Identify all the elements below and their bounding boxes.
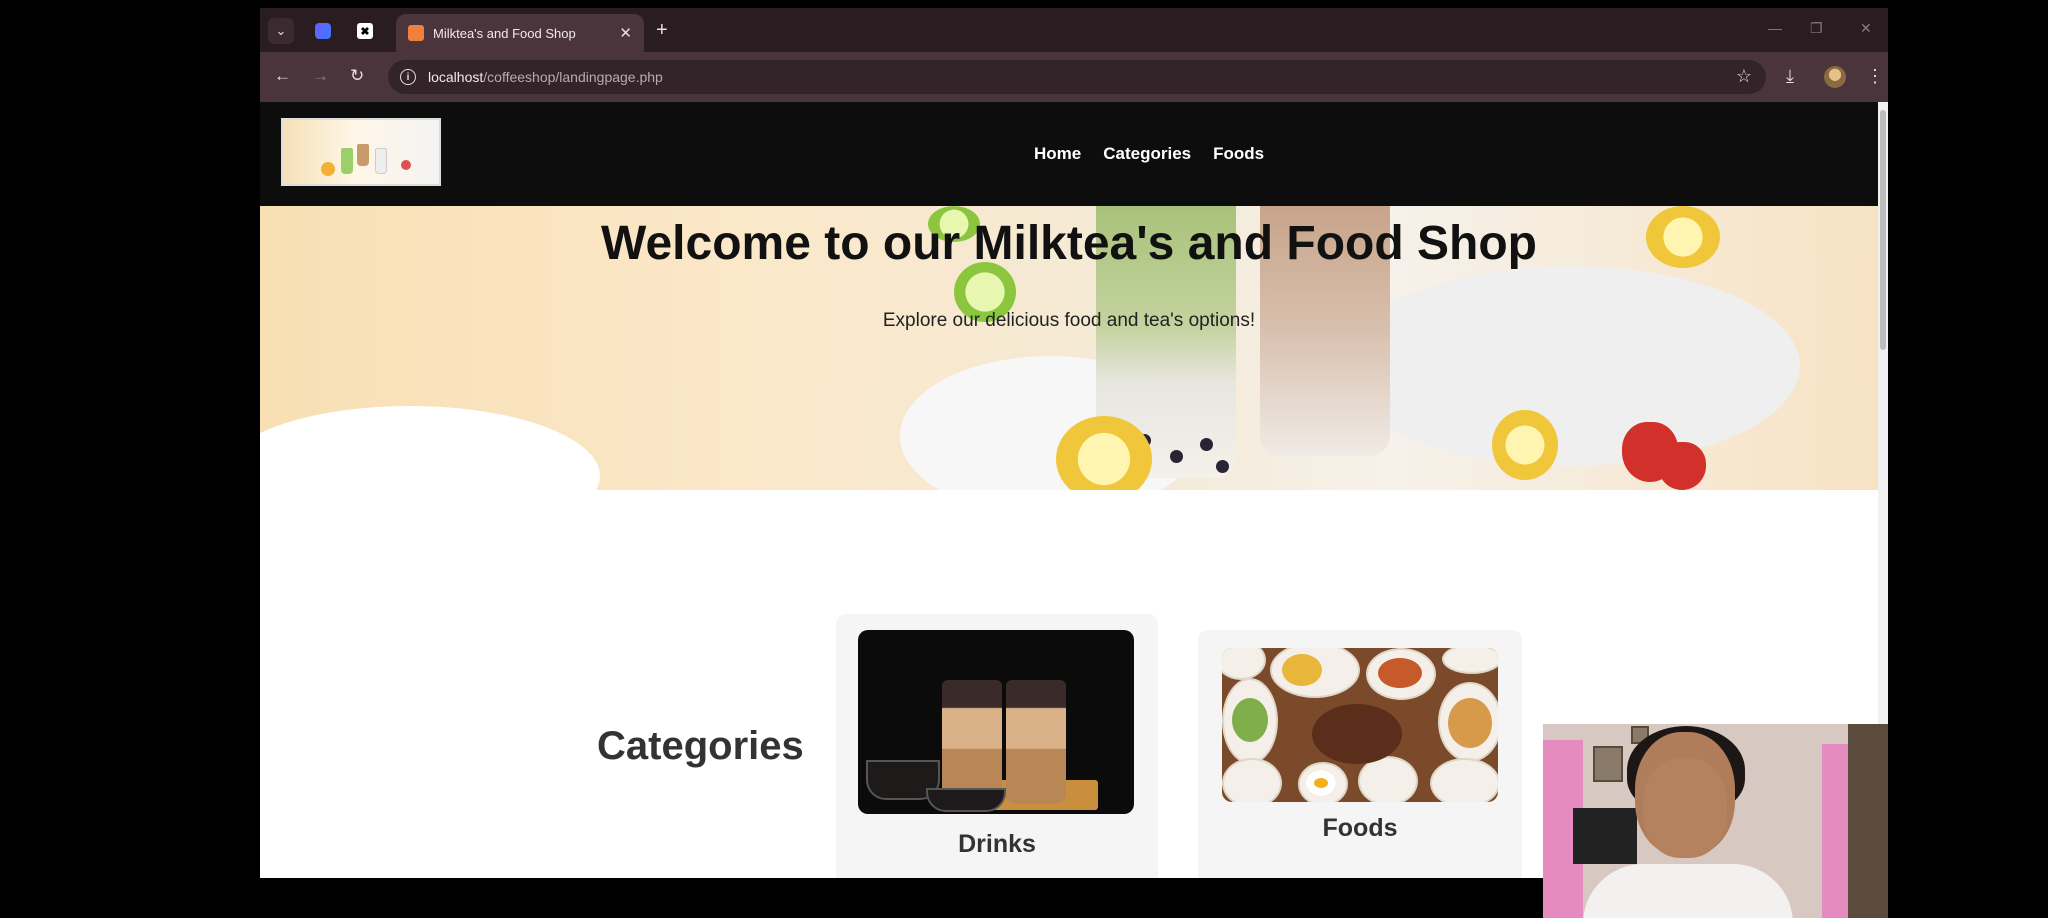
info-icon[interactable]: i (400, 69, 416, 85)
lemon-slice-graphic (1492, 410, 1558, 480)
site-header: Home Categories Foods (260, 102, 1878, 206)
picture-frame-graphic (1593, 746, 1623, 782)
person-face (1643, 758, 1727, 858)
capcut-icon: ✖ (357, 23, 373, 39)
steak-graphic (1312, 704, 1402, 764)
milk-splash-graphic (1340, 266, 1800, 466)
chevron-down-icon: ⌄ (275, 23, 287, 38)
egg-graphic (1306, 770, 1336, 796)
category-card-foods[interactable]: Foods (1198, 630, 1522, 878)
milktea-cup-graphic (942, 680, 1002, 804)
hero-subtitle: Explore our delicious food and tea's opt… (882, 310, 1256, 331)
arrow-left-icon[interactable]: ← (274, 66, 291, 86)
screen: ⌄ ✖ Milktea's and Food Shop ✕ + — ❐ ✕ ← … (0, 0, 2048, 918)
close-icon[interactable]: ✕ (619, 24, 632, 42)
nav-home[interactable]: Home (1034, 144, 1081, 164)
pinned-tab-2[interactable]: ✖ (352, 18, 378, 44)
pearl-bowl-graphic (926, 788, 1006, 812)
url-path: /coffeeshop/landingpage.php (483, 69, 663, 85)
food-graphic (1378, 658, 1422, 688)
plate-graphic (1222, 758, 1282, 802)
profile-avatar[interactable] (1824, 66, 1846, 88)
logo-cup-graphic (341, 148, 353, 174)
strawberry-graphic (1658, 442, 1706, 490)
milk-splash-graphic (260, 406, 600, 490)
logo-berry-graphic (401, 160, 411, 170)
scrollbar-thumb[interactable] (1880, 110, 1886, 350)
download-icon[interactable]: ⤓ (1786, 66, 1794, 86)
card-label-drinks: Drinks (958, 830, 1036, 858)
milktea-cup-graphic (1006, 680, 1066, 804)
arrow-right-icon[interactable]: → (312, 66, 329, 86)
card-label-foods: Foods (1322, 814, 1398, 842)
webcam-overlay (1543, 724, 1888, 918)
address-bar[interactable]: i localhost /coffeeshop/landingpage.php … (388, 60, 1766, 94)
browser-toolbar: ← → ↻ i localhost /coffeeshop/landingpag… (260, 52, 1888, 102)
category-card-drinks[interactable]: Drinks (836, 614, 1158, 878)
tab-list-button[interactable]: ⌄ (268, 18, 294, 44)
tab-active[interactable]: Milktea's and Food Shop ✕ (396, 14, 644, 52)
drinks-image (858, 630, 1134, 814)
nav-foods[interactable]: Foods (1213, 144, 1264, 164)
pinned-tab-1[interactable] (310, 18, 336, 44)
star-icon[interactable]: ☆ (1736, 66, 1752, 87)
fries-graphic (1448, 698, 1492, 748)
main-nav: Home Categories Foods (1034, 144, 1264, 164)
categories-heading: Categories (597, 724, 804, 768)
logo-fruit-graphic (321, 162, 335, 176)
pearl-graphic (1170, 450, 1183, 463)
new-tab-button[interactable]: + (656, 20, 668, 40)
tab-title: Milktea's and Food Shop (433, 25, 576, 41)
logo-cup-graphic (357, 144, 369, 166)
shelf-graphic (1848, 724, 1888, 918)
shield-icon (315, 23, 331, 39)
site-logo[interactable] (281, 118, 441, 186)
plate-graphic (1442, 648, 1498, 674)
plate-graphic (1222, 648, 1266, 680)
hero-title: Welcome to our Milktea's and Food Shop (601, 217, 1537, 270)
reload-icon[interactable]: ↻ (350, 66, 364, 86)
url-host: localhost (428, 69, 484, 85)
nav-categories[interactable]: Categories (1103, 144, 1191, 164)
tv-graphic (1573, 808, 1637, 864)
restore-icon[interactable]: ❐ (1810, 20, 1823, 37)
person-shirt (1583, 864, 1793, 918)
window-close-icon[interactable]: ✕ (1860, 20, 1872, 37)
logo-cup-graphic (375, 148, 387, 174)
site-favicon-icon (408, 25, 424, 41)
foods-image (1222, 648, 1498, 802)
kebab-menu-icon[interactable]: ⋮ (1866, 66, 1884, 86)
food-graphic (1282, 654, 1322, 686)
minimize-icon[interactable]: — (1768, 20, 1782, 36)
tab-strip: ⌄ ✖ Milktea's and Food Shop ✕ + — ❐ ✕ (260, 8, 1888, 52)
pearl-graphic (1200, 438, 1213, 451)
plate-graphic (1430, 758, 1498, 802)
hero-banner: Welcome to our Milktea's and Food Shop E… (260, 206, 1878, 490)
salad-graphic (1232, 698, 1268, 742)
pearl-graphic (1216, 460, 1229, 473)
